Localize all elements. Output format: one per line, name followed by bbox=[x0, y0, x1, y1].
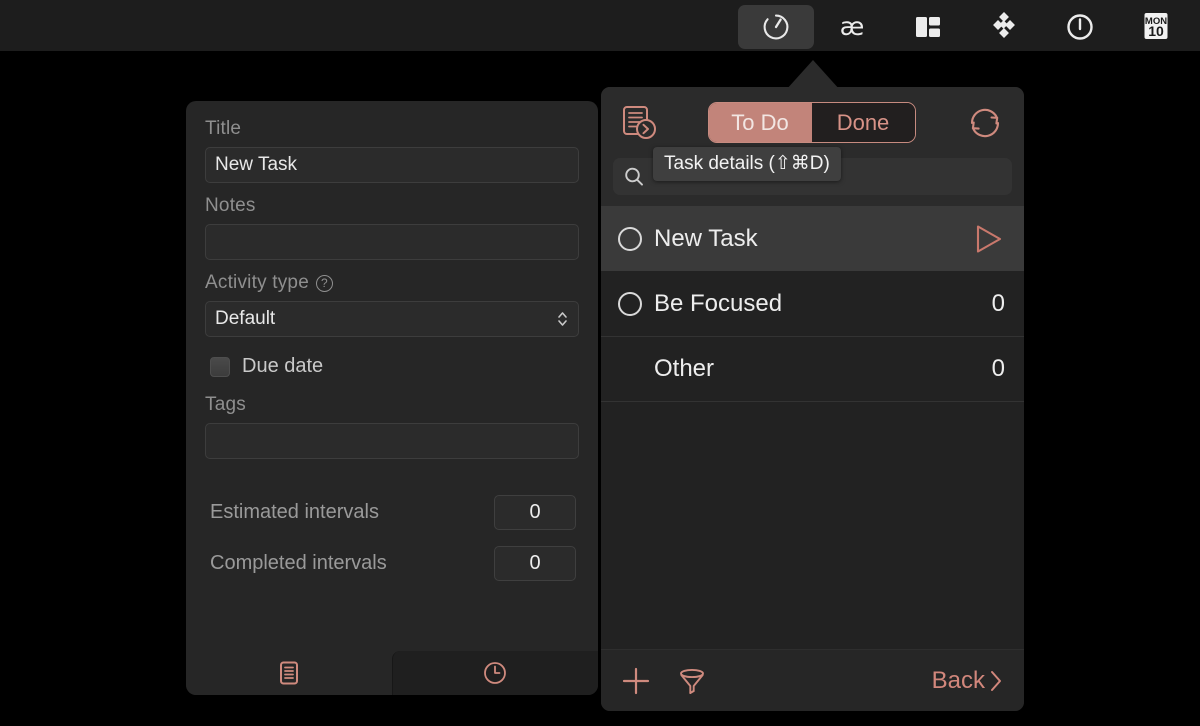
title-input[interactable]: New Task bbox=[205, 147, 579, 183]
add-task-button[interactable] bbox=[620, 665, 652, 697]
task-details-tab[interactable] bbox=[186, 651, 392, 695]
layout-menu-item[interactable] bbox=[890, 5, 966, 49]
activity-type-select[interactable]: Default bbox=[205, 301, 579, 337]
task-complete-radio[interactable] bbox=[618, 226, 642, 251]
document-arrow-icon bbox=[618, 102, 660, 144]
segment-done[interactable]: Done bbox=[811, 103, 915, 142]
svg-text:æ: æ bbox=[840, 12, 865, 41]
menu-bar: æ MON 10 bbox=[0, 0, 1200, 51]
calendar-menu-item[interactable]: MON 10 bbox=[1118, 5, 1194, 49]
task-title: Other bbox=[654, 355, 715, 382]
ae-menu-item[interactable]: æ bbox=[814, 5, 890, 49]
chevron-right-icon bbox=[987, 667, 1005, 695]
sync-icon bbox=[963, 101, 1007, 145]
back-button[interactable]: Back bbox=[932, 667, 1005, 695]
table-row[interactable]: Be Focused 0 bbox=[601, 271, 1024, 336]
notes-input[interactable] bbox=[205, 224, 579, 260]
task-details-tooltip: Task details (⇧⌘D) bbox=[653, 147, 841, 181]
due-date-label: Due date bbox=[242, 355, 324, 377]
task-list-popover: To Do Done Task details (⇧⌘D) New Task B… bbox=[601, 87, 1024, 711]
estimated-intervals-row: Estimated intervals 0 bbox=[205, 495, 579, 530]
task-details-form: Title New Task Notes Activity type ? Def… bbox=[186, 101, 598, 581]
dropbox-menu-icon bbox=[990, 12, 1018, 42]
completed-intervals-stepper[interactable]: 0 bbox=[494, 546, 576, 581]
ae-menu-icon: æ bbox=[835, 12, 869, 42]
popover-search-row: Task details (⇧⌘D) bbox=[601, 147, 1024, 206]
activity-type-label: Activity type ? bbox=[205, 272, 579, 294]
menu-bar-items: æ MON 10 bbox=[738, 0, 1194, 51]
power-menu-icon bbox=[1065, 12, 1095, 42]
estimated-intervals-label: Estimated intervals bbox=[210, 501, 379, 523]
completed-intervals-row: Completed intervals 0 bbox=[205, 546, 579, 581]
document-lines-icon bbox=[278, 660, 300, 686]
task-list: New Task Be Focused 0 Other 0 bbox=[601, 206, 1024, 649]
task-complete-radio[interactable] bbox=[618, 291, 642, 316]
title-label: Title bbox=[205, 118, 242, 139]
help-icon[interactable]: ? bbox=[315, 274, 333, 292]
timer-menu-icon bbox=[761, 12, 791, 42]
back-label: Back bbox=[931, 666, 985, 694]
desktop-root: æ MON 10 Title New Task Notes Activity t… bbox=[0, 0, 1200, 726]
dropbox-menu-item[interactable] bbox=[966, 5, 1042, 49]
notes-label: Notes bbox=[205, 195, 256, 216]
completed-intervals-label: Completed intervals bbox=[210, 552, 387, 574]
layout-menu-icon bbox=[914, 13, 942, 41]
popover-footer: Back bbox=[601, 649, 1024, 711]
table-row[interactable]: Other 0 bbox=[601, 336, 1024, 401]
sync-button[interactable] bbox=[963, 101, 1007, 145]
table-row[interactable]: New Task bbox=[601, 206, 1024, 271]
list-divider bbox=[601, 401, 1024, 402]
tags-input[interactable] bbox=[205, 423, 579, 459]
play-icon[interactable] bbox=[971, 222, 1005, 256]
calendar-menu-icon: MON 10 bbox=[1140, 10, 1172, 44]
clock-icon bbox=[482, 660, 508, 686]
power-menu-item[interactable] bbox=[1042, 5, 1118, 49]
task-details-button[interactable] bbox=[618, 102, 660, 144]
timer-menu-item[interactable] bbox=[738, 5, 814, 49]
task-details-panel: Title New Task Notes Activity type ? Def… bbox=[186, 101, 598, 695]
plus-icon bbox=[620, 665, 652, 697]
tags-label: Tags bbox=[205, 394, 246, 415]
popover-arrow bbox=[786, 60, 840, 90]
activity-type-value: Default bbox=[215, 308, 276, 329]
task-history-tab[interactable] bbox=[391, 651, 598, 695]
funnel-icon bbox=[676, 665, 708, 697]
search-icon bbox=[623, 166, 645, 188]
task-title: Be Focused bbox=[654, 289, 783, 317]
details-tab-bar bbox=[186, 651, 598, 695]
task-title: New Task bbox=[654, 224, 758, 252]
filter-button[interactable] bbox=[676, 665, 708, 697]
calendar-day: 10 bbox=[1148, 23, 1164, 39]
activity-type-label-text: Activity type bbox=[205, 272, 309, 293]
chevron-updown-icon bbox=[556, 308, 569, 330]
segment-todo[interactable]: To Do bbox=[708, 103, 812, 142]
estimated-intervals-stepper[interactable]: 0 bbox=[494, 495, 576, 530]
due-date-checkbox[interactable] bbox=[210, 356, 230, 377]
task-count: 0 bbox=[991, 355, 1005, 382]
due-date-row[interactable]: Due date bbox=[210, 355, 579, 378]
task-count: 0 bbox=[991, 289, 1005, 317]
todo-done-segmented-control: To Do Done bbox=[707, 102, 916, 143]
